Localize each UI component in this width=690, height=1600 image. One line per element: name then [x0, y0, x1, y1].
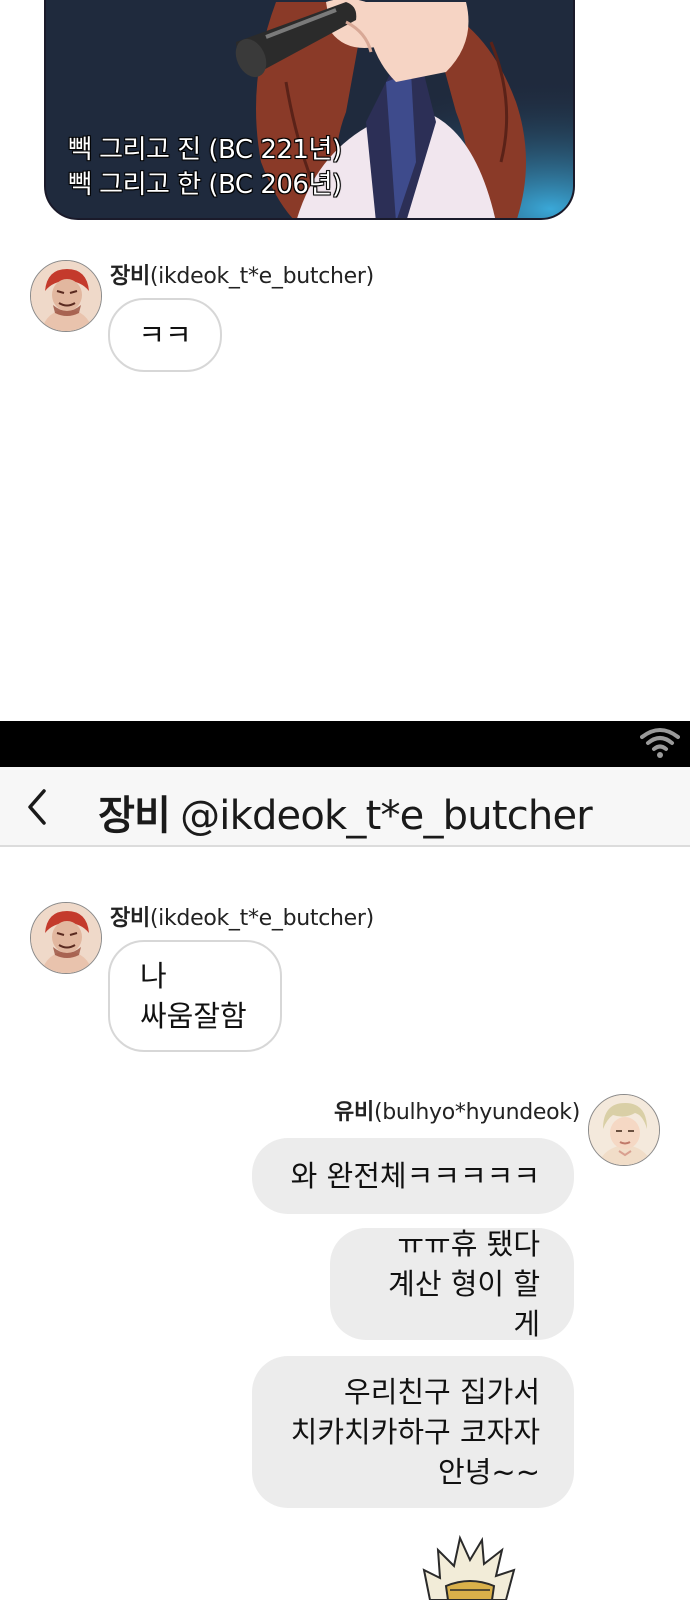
sender-handle: (ikdeok_t*e_butcher) — [149, 264, 374, 289]
panel-caption-line-2: 빽 그리고 한 (BC 206년) — [67, 169, 342, 200]
avatar-yubi[interactable] — [588, 1094, 660, 1166]
status-bar — [0, 721, 690, 767]
message-text: ㅋㅋ — [138, 318, 192, 352]
comic-panel: 빽 그리고 진 (BC 221년) 빽 그리고 한 (BC 206년) — [44, 0, 575, 220]
message-bubble-incoming[interactable]: ㅋㅋ — [108, 298, 222, 372]
sender-name: 장비 — [110, 906, 150, 931]
sender-handle: (bulhyo*hyundeok) — [373, 1100, 580, 1125]
message-line: 치카치카하구 코자자 — [290, 1415, 540, 1449]
message-bubble-incoming[interactable]: 나 싸움잘함 — [108, 940, 282, 1052]
sender-label-jangbi: 장비(ikdeok_t*e_butcher) — [110, 900, 374, 932]
chat-title: 장비 @ikdeok_t*e_butcher — [0, 783, 690, 841]
message-line: 계산 형이 할게 — [388, 1267, 540, 1341]
sticker-character — [422, 1534, 516, 1600]
chat-contact-name: 장비 — [98, 793, 171, 839]
message-line: 나 — [140, 959, 167, 993]
sender-name: 유비 — [334, 1100, 374, 1125]
message-bubble-outgoing[interactable]: 우리친구 집가서 치카치카하구 코자자 안녕~~ — [252, 1356, 574, 1508]
chat-header: 장비 @ikdeok_t*e_butcher — [0, 767, 690, 847]
yubi-portrait-icon — [589, 1095, 659, 1165]
message-line: ㅠㅠ휴 됐다 — [397, 1227, 540, 1261]
jangbi-portrait-icon — [31, 261, 101, 331]
avatar-jangbi[interactable] — [30, 902, 102, 974]
jangbi-portrait-icon — [31, 903, 101, 973]
wifi-icon — [640, 728, 680, 758]
panel-caption-line-1: 빽 그리고 진 (BC 221년) — [67, 134, 342, 165]
chat-contact-handle: @ikdeok_t*e_butcher — [180, 793, 593, 839]
sender-handle: (ikdeok_t*e_butcher) — [149, 906, 374, 931]
avatar-jangbi[interactable] — [30, 260, 102, 332]
message-bubble-outgoing[interactable]: 와 완전체ㅋㅋㅋㅋㅋ — [252, 1138, 574, 1214]
message-line: 싸움잘함 — [140, 999, 247, 1033]
message-line: 안녕~~ — [438, 1455, 540, 1489]
sender-name: 장비 — [110, 264, 150, 289]
message-line: 우리친구 집가서 — [344, 1375, 540, 1409]
sender-label-yubi: 유비(bulhyo*hyundeok) — [334, 1094, 580, 1126]
sender-label-jangbi: 장비(ikdeok_t*e_butcher) — [110, 258, 374, 290]
message-line: 와 완전체ㅋㅋㅋㅋㅋ — [290, 1159, 540, 1193]
message-bubble-outgoing[interactable]: ㅠㅠ휴 됐다 계산 형이 할게 — [330, 1227, 574, 1341]
